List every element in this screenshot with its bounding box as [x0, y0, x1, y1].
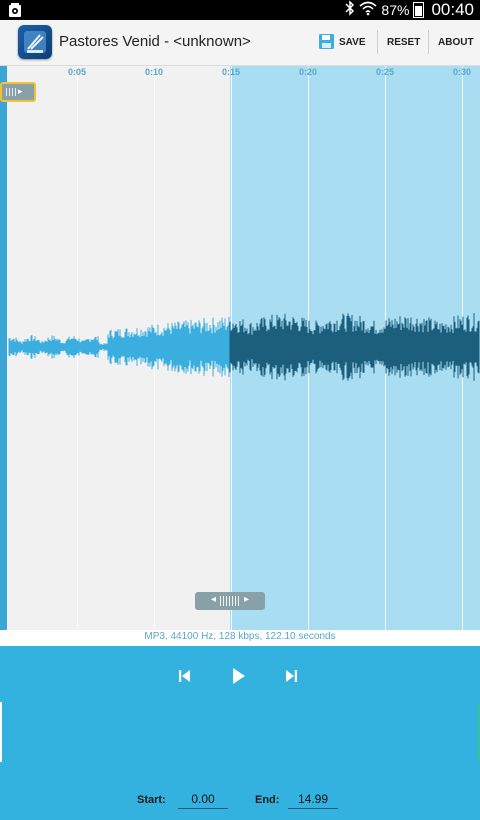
end-time-input[interactable] [288, 790, 338, 809]
battery-percentage: 87% [381, 2, 410, 18]
grip-icon [6, 88, 16, 96]
panel-edge [0, 702, 2, 762]
waveform-selected-part [229, 313, 480, 381]
file-info: MP3, 44100 Hz, 128 kbps, 122.10 seconds [0, 630, 480, 646]
status-bar: 87% 00:40 [0, 0, 480, 20]
controls-panel: Start: End: [0, 646, 480, 820]
save-label: SAVE [339, 37, 366, 48]
arrow-right-icon: ▸ [18, 86, 23, 96]
wifi-icon [359, 0, 377, 21]
about-label: ABOUT [438, 37, 474, 48]
settings-notification-icon [8, 2, 22, 18]
play-button[interactable] [224, 662, 252, 690]
action-divider [428, 30, 429, 54]
start-marker-handle[interactable]: ▸ [0, 82, 36, 102]
arrow-left-icon: ◂ [211, 594, 217, 605]
start-label: Start: [137, 794, 166, 806]
arrow-right-icon: ▸ [244, 594, 250, 605]
previous-button[interactable] [170, 662, 198, 690]
start-time-input[interactable] [178, 790, 228, 809]
start-position-line [0, 66, 7, 630]
app-title: Pastores Venid - <unknown> [59, 33, 251, 50]
status-clock: 00:40 [431, 0, 474, 19]
skip-next-icon [278, 670, 306, 694]
waveform-editor[interactable]: 0:05 0:10 0:15 0:20 0:25 0:30 ▸ ◂ ▸ [0, 66, 480, 630]
bluetooth-icon [345, 0, 355, 21]
skip-previous-icon [170, 670, 198, 694]
next-button[interactable] [278, 662, 306, 690]
save-disk-icon [318, 33, 335, 53]
reset-button[interactable]: RESET [387, 20, 420, 65]
app-logo-icon[interactable] [18, 25, 52, 59]
action-bar: Pastores Venid - <unknown> SAVE RESET AB… [0, 20, 480, 66]
audio-waveform [8, 313, 480, 381]
play-icon [224, 668, 252, 694]
reset-label: RESET [387, 37, 421, 48]
save-button[interactable]: SAVE [318, 20, 366, 65]
battery-icon [413, 2, 425, 18]
end-label: End: [255, 794, 280, 806]
action-divider [377, 30, 378, 54]
grip-icon [220, 596, 240, 606]
about-button[interactable]: ABOUT [438, 20, 474, 65]
waveform-unselected-part [8, 317, 230, 377]
end-marker-handle[interactable]: ◂ ▸ [195, 592, 265, 610]
